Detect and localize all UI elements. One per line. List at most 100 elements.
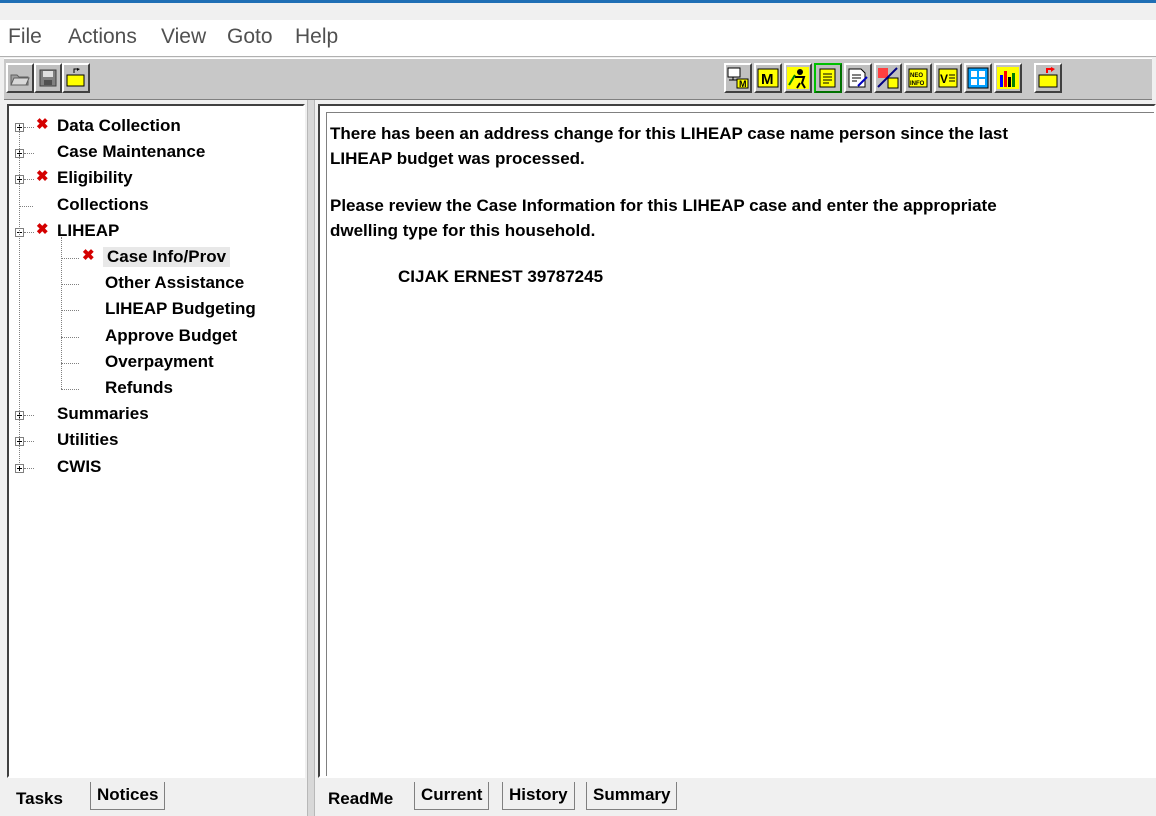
person-button[interactable] <box>784 63 812 93</box>
v-list-button[interactable]: V <box>934 63 962 93</box>
tree-item-label: Collections <box>57 194 149 214</box>
v-list-icon: V <box>938 68 958 88</box>
tree-connector <box>24 153 34 155</box>
tree-item-label: LIHEAP Budgeting <box>105 299 256 319</box>
tree-connector <box>61 362 79 365</box>
tree-item-liheap[interactable]: ✖ LIHEAP <box>9 219 303 245</box>
svg-text:INFO: INFO <box>910 81 925 87</box>
chart-tool-icon <box>877 67 899 89</box>
person-icon <box>787 67 809 89</box>
tree-connector <box>19 124 21 465</box>
tree-item-label: Case Info/Prov <box>103 247 231 267</box>
tree-item-label: Other Assistance <box>105 273 245 293</box>
flag-x-icon: ✖ <box>36 116 49 133</box>
message-line-2: LIHEAP budget was processed. <box>330 149 585 168</box>
flag-x-icon: ✖ <box>36 168 49 186</box>
tree-item-approve-budget[interactable]: Approve Budget <box>9 324 303 350</box>
open-folder-button[interactable] <box>6 63 34 93</box>
tree-item-label: Eligibility <box>57 168 133 188</box>
svg-text:M: M <box>761 71 774 88</box>
left-tab-strip: Tasks Notices <box>10 782 310 816</box>
flag-x-icon: ✖ <box>36 220 49 238</box>
bar-chart-button[interactable] <box>994 63 1022 93</box>
menu-bar: File Actions View Goto Help <box>0 20 1156 56</box>
right-tab-strip: ReadMe Current History Summary <box>322 782 722 816</box>
tree-item-label: Summaries <box>57 404 149 424</box>
tree-item-refunds[interactable]: Refunds <box>9 376 303 402</box>
menu-file[interactable]: File <box>8 25 42 49</box>
tree-connector <box>24 179 34 181</box>
window-top-border <box>0 0 1156 3</box>
flag-x-icon: ✖ <box>82 247 95 264</box>
tree-connector <box>61 284 79 286</box>
menu-separator <box>0 56 1156 57</box>
tree-item-case-info-prov[interactable]: ✖ Case Info/Prov <box>9 245 303 271</box>
message-line-3: Please review the Case Information for t… <box>330 196 997 215</box>
neo-info-button[interactable]: NEO INFO <box>904 63 932 93</box>
tree-item-other-assistance[interactable]: Other Assistance <box>9 271 303 297</box>
tab-tasks[interactable]: Tasks <box>10 786 69 814</box>
svg-text:V: V <box>940 72 948 86</box>
menu-view[interactable]: View <box>161 25 206 49</box>
notepad-button[interactable] <box>814 63 842 93</box>
chart-tool-button[interactable] <box>874 63 902 93</box>
tree-item-data-collection[interactable]: ✖ Data Collection <box>9 114 303 140</box>
tab-notices[interactable]: Notices <box>90 782 166 810</box>
notepad-icon <box>819 68 836 88</box>
tab-summary[interactable]: Summary <box>586 782 678 810</box>
tree-item-overpayment[interactable]: Overpayment <box>9 350 303 376</box>
tree-item-label: Refunds <box>105 378 173 397</box>
menu-help[interactable]: Help <box>295 25 338 49</box>
case-identifier: CIJAK ERNEST 39787245 <box>398 267 604 286</box>
open-folder-icon <box>10 74 30 86</box>
tree-connector <box>19 205 33 208</box>
expand-icon[interactable] <box>15 463 24 473</box>
task-tree-panel: ✖ Data Collection Case Maintenance ✖ Eligibi… <box>7 104 305 778</box>
grid-icon <box>967 67 989 89</box>
tree-item-eligibility[interactable]: ✖ Eligibility <box>9 166 303 192</box>
neo-info-icon: NEO INFO <box>908 68 928 88</box>
toolbar: M M NEO INFO V <box>4 58 1152 100</box>
menu-actions[interactable]: Actions <box>68 25 137 49</box>
tree-connector <box>61 389 79 391</box>
menu-goto[interactable]: Goto <box>227 25 273 49</box>
tree-item-label: Approve Budget <box>105 325 238 345</box>
pane-splitter[interactable] <box>307 100 315 816</box>
edit-doc-button[interactable] <box>844 63 872 93</box>
screen-m-button[interactable]: M <box>724 63 752 93</box>
grid-button[interactable] <box>964 63 992 93</box>
tree-connector <box>24 415 34 417</box>
tree-connector <box>61 237 63 389</box>
tree-item-label: CWIS <box>57 456 102 476</box>
svg-text:M: M <box>739 79 747 89</box>
tree-item-label: Utilities <box>57 430 119 450</box>
new-folder-button[interactable] <box>62 63 90 93</box>
tab-current[interactable]: Current <box>414 782 490 810</box>
new-folder-icon <box>66 68 85 87</box>
tree-item-case-maintenance[interactable]: Case Maintenance <box>9 140 303 166</box>
message-line-4: dwelling type for this household. <box>330 221 596 240</box>
exit-button[interactable] <box>1034 63 1062 93</box>
screen-m-icon: M <box>727 67 749 89</box>
save-disk-icon <box>39 69 57 87</box>
tree-item-cwis[interactable]: CWIS <box>9 455 303 481</box>
readme-panel: There has been an address change for thi… <box>318 104 1156 778</box>
tree-item-collections[interactable]: Collections <box>9 193 303 219</box>
tree-item-label: Case Maintenance <box>57 142 206 162</box>
svg-text:NEO: NEO <box>910 73 923 79</box>
tree-connector <box>24 231 34 234</box>
tree-connector <box>61 258 79 260</box>
m-icon: M <box>757 68 779 88</box>
edit-doc-icon <box>848 68 868 88</box>
tab-history[interactable]: History <box>502 782 575 810</box>
tree-item-liheap-budgeting[interactable]: LIHEAP Budgeting <box>9 297 303 323</box>
tab-readme[interactable]: ReadMe <box>322 786 400 814</box>
tree-connector <box>24 127 34 129</box>
m-button[interactable]: M <box>754 63 782 93</box>
tree-connector <box>24 467 34 470</box>
message-line-1: There has been an address change for thi… <box>330 124 1009 143</box>
tree-item-summaries[interactable]: Summaries <box>9 402 303 428</box>
tree-item-utilities[interactable]: Utilities <box>9 428 303 454</box>
exit-folder-icon <box>1038 67 1058 88</box>
save-button[interactable] <box>34 63 62 93</box>
